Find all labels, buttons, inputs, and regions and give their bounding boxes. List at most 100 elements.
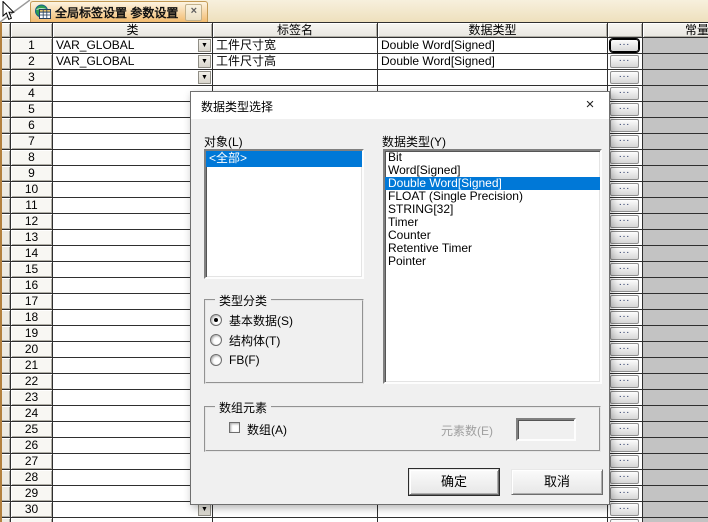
radio-option[interactable]: FB(F) [210,350,293,370]
row-number-cell[interactable]: 2 [11,54,53,70]
browse-button[interactable]: ... [610,247,639,260]
browse-button[interactable]: ... [610,167,639,180]
class-cell[interactable] [53,102,213,118]
cancel-button[interactable]: 取消 [511,469,603,495]
class-dropdown-icon[interactable]: ▼ [198,71,211,84]
row-number-cell[interactable]: 7 [11,134,53,150]
browse-button[interactable]: ... [610,295,639,308]
class-cell[interactable] [53,182,213,198]
dialog-close-icon[interactable]: × [580,95,600,115]
row-number-cell[interactable]: 23 [11,390,53,406]
class-cell[interactable] [53,342,213,358]
label-name-cell[interactable] [213,70,378,86]
array-checkbox[interactable] [229,422,240,433]
label-name-cell[interactable]: 工件尺寸高 [213,54,378,70]
class-cell[interactable] [53,86,213,102]
row-number-cell[interactable]: 1 [11,38,53,54]
row-number-cell[interactable]: 12 [11,214,53,230]
radio-button-icon[interactable] [210,334,222,346]
class-cell[interactable] [53,214,213,230]
browse-button[interactable]: ... [610,55,639,68]
ok-button[interactable]: 确定 [409,469,499,495]
browse-button[interactable]: ... [610,343,639,356]
class-dropdown-icon[interactable]: ▼ [198,55,211,68]
dialog-title-bar[interactable]: 数据类型选择 × [191,92,609,119]
browse-button[interactable]: ... [610,39,639,52]
class-cell[interactable]: VAR_GLOBAL▼ [53,38,213,54]
data-type-list-item[interactable]: Word[Signed] [385,164,600,177]
class-cell[interactable] [53,150,213,166]
row-number-cell[interactable]: 3 [11,70,53,86]
class-cell[interactable] [53,198,213,214]
row-number-cell[interactable]: 14 [11,246,53,262]
row-number-cell[interactable]: 5 [11,102,53,118]
class-cell[interactable] [53,310,213,326]
class-cell[interactable] [53,470,213,486]
class-cell[interactable] [53,294,213,310]
class-cell[interactable] [53,262,213,278]
row-number-cell[interactable]: 21 [11,358,53,374]
class-cell[interactable] [53,374,213,390]
browse-button[interactable]: ... [610,183,639,196]
data-type-list-item[interactable]: Counter [385,229,600,242]
class-cell[interactable] [53,406,213,422]
browse-button[interactable]: ... [610,471,639,484]
row-number-cell[interactable]: 17 [11,294,53,310]
browse-button[interactable]: ... [610,151,639,164]
row-number-cell[interactable]: 30 [11,502,53,518]
browse-button[interactable]: ... [610,423,639,436]
row-number-cell[interactable]: 10 [11,182,53,198]
row-number-cell[interactable]: 9 [11,166,53,182]
browse-button[interactable]: ... [610,87,639,100]
class-cell[interactable]: ▼ [53,502,213,518]
row-number-cell[interactable]: 20 [11,342,53,358]
row-number-cell[interactable]: 4 [11,86,53,102]
data-type-list-item[interactable]: STRING[32] [385,203,600,216]
class-cell[interactable] [53,358,213,374]
row-number-cell[interactable]: 25 [11,422,53,438]
object-listbox[interactable]: <全部> [204,149,364,279]
class-cell[interactable]: VAR_GLOBAL▼ [53,54,213,70]
data-type-list-item[interactable]: Bit [385,151,600,164]
browse-button[interactable]: ... [610,487,639,500]
class-cell[interactable] [53,438,213,454]
row-number-cell[interactable]: 26 [11,438,53,454]
browse-button[interactable]: ... [610,263,639,276]
row-number-cell[interactable]: 27 [11,454,53,470]
row-number-cell[interactable]: 24 [11,406,53,422]
row-number-cell[interactable]: 18 [11,310,53,326]
class-cell[interactable] [53,118,213,134]
browse-button[interactable]: ... [610,311,639,324]
radio-button-icon[interactable] [210,314,222,326]
radio-option[interactable]: 基本数据(S) [210,310,293,330]
class-cell[interactable] [53,230,213,246]
row-number-cell[interactable]: 15 [11,262,53,278]
data-type-list-item[interactable]: Retentive Timer [385,242,600,255]
data-type-cell[interactable] [378,518,608,522]
class-cell[interactable] [53,390,213,406]
browse-button[interactable]: ... [610,119,639,132]
row-number-cell[interactable]: 19 [11,326,53,342]
class-cell[interactable] [53,518,213,522]
browse-button[interactable]: ... [610,359,639,372]
data-type-list-item[interactable]: Double Word[Signed] [385,177,600,190]
browse-button[interactable]: ... [610,327,639,340]
class-dropdown-icon[interactable]: ▼ [198,39,211,52]
data-type-listbox[interactable]: BitWord[Signed]Double Word[Signed]FLOAT … [383,149,602,384]
browse-button[interactable]: ... [610,407,639,420]
row-number-cell[interactable]: 28 [11,470,53,486]
tab-global-label-settings[interactable]: 全局标签设置 参数设置 × [30,1,208,22]
browse-button[interactable]: ... [610,215,639,228]
data-type-list-item[interactable]: Pointer [385,255,600,268]
class-cell[interactable] [53,326,213,342]
row-number-cell[interactable]: 13 [11,230,53,246]
class-cell[interactable] [53,134,213,150]
browse-button[interactable]: ... [610,103,639,116]
browse-button[interactable]: ... [610,279,639,292]
row-number-cell[interactable]: 8 [11,150,53,166]
row-number-cell[interactable]: 22 [11,374,53,390]
browse-button[interactable]: ... [610,455,639,468]
browse-button[interactable]: ... [610,503,639,516]
label-name-cell[interactable]: 工件尺寸宽 [213,38,378,54]
browse-button[interactable]: ... [610,135,639,148]
